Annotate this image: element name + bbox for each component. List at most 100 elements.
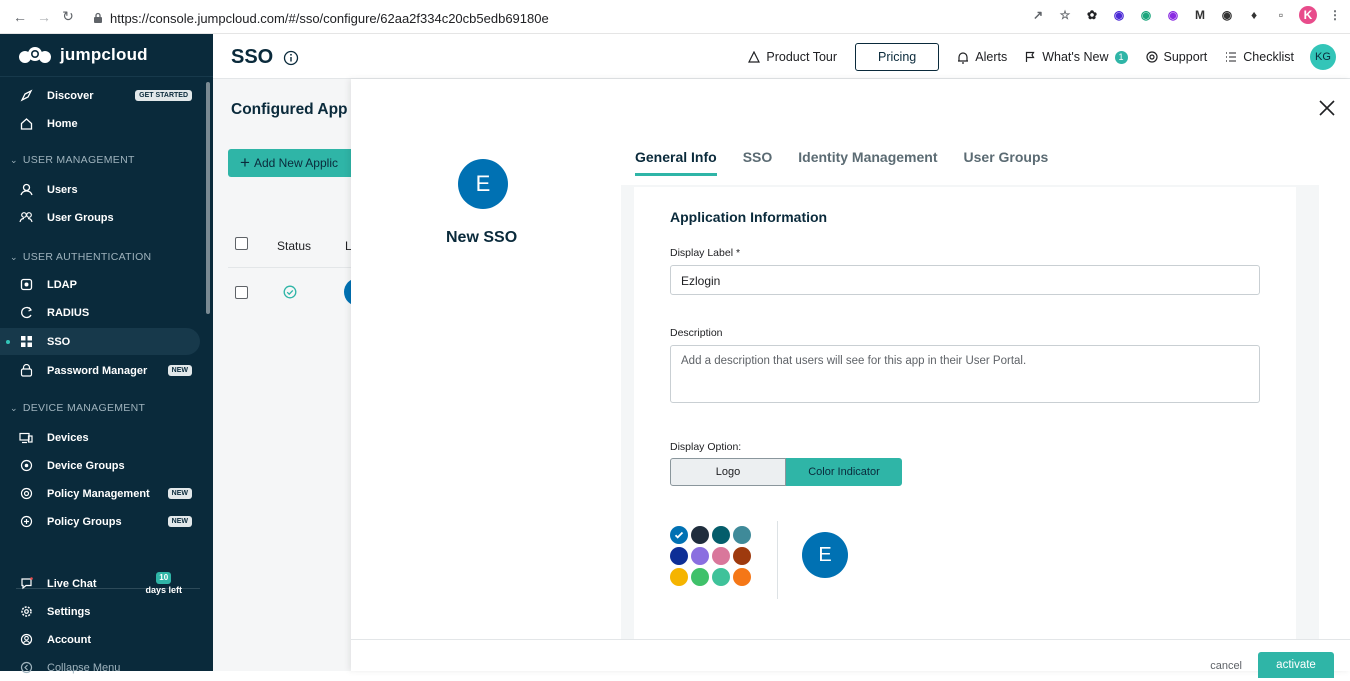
color-swatch[interactable] <box>712 526 730 544</box>
sidebar-item-user-groups[interactable]: User Groups <box>0 204 200 231</box>
brand-name: jumpcloud <box>60 45 148 64</box>
days-count: 10 <box>156 572 172 584</box>
sidebar-item-collapse-menu[interactable]: Collapse Menu <box>0 654 200 681</box>
product-tour-link[interactable]: Product Tour <box>748 50 837 64</box>
color-swatch[interactable] <box>670 568 688 586</box>
sidebar-item-users[interactable]: Users <box>0 176 200 203</box>
url-text: https://console.jumpcloud.com/#/sso/conf… <box>110 10 549 26</box>
checklist-link[interactable]: Checklist <box>1225 50 1294 64</box>
star-icon[interactable]: ☆ <box>1056 6 1074 24</box>
config-tabs: General Info SSO Identity Management Use… <box>635 149 1074 176</box>
activate-button[interactable]: activate <box>1258 652 1334 678</box>
table-divider <box>228 267 353 268</box>
sidebar-item-discover[interactable]: Discover GET STARTED <box>0 82 200 109</box>
display-label-input[interactable]: Ezlogin <box>670 265 1260 295</box>
sidebar-item-label: Users <box>47 183 78 196</box>
extensions-row: ↗ ☆ ✿ ◉ ◉ ◉ M ◉ ♦ ▫ K ⋮ <box>1029 6 1344 24</box>
section-user-management[interactable]: ⌄ USER MANAGEMENT <box>0 150 200 170</box>
address-bar[interactable]: https://console.jumpcloud.com/#/sso/conf… <box>92 8 992 28</box>
description-label: Description <box>670 327 723 339</box>
tab-sso[interactable]: SSO <box>743 149 773 176</box>
extension-icon[interactable]: ◉ <box>1110 6 1128 24</box>
mail-icon[interactable]: M <box>1191 6 1209 24</box>
application-information-card: Application Information Display Label * … <box>634 187 1296 671</box>
sidebar-item-radius[interactable]: RADIUS <box>0 299 200 326</box>
user-avatar[interactable]: KG <box>1310 44 1336 70</box>
color-swatch[interactable] <box>691 526 709 544</box>
status-column-header[interactable]: Status <box>277 239 311 253</box>
support-link[interactable]: Support <box>1145 50 1208 64</box>
extension-icon[interactable]: ◉ <box>1164 6 1182 24</box>
policy-icon <box>19 487 33 501</box>
section-device-management[interactable]: ⌄ DEVICE MANAGEMENT <box>0 398 200 418</box>
color-swatch[interactable] <box>712 568 730 586</box>
color-swatches <box>670 526 751 586</box>
sidebar-item-label: Device Groups <box>47 459 125 472</box>
sidebar-item-account[interactable]: Account <box>0 626 200 653</box>
sidebar-item-ldap[interactable]: LDAP <box>0 271 200 298</box>
display-option-label: Display Option: <box>670 441 742 453</box>
color-swatch[interactable] <box>670 547 688 565</box>
alerts-link[interactable]: Alerts <box>957 50 1007 64</box>
sidebar-item-policy-management[interactable]: Policy Management NEW <box>0 480 200 507</box>
jumpcloud-logo-icon <box>19 47 51 63</box>
sidebar-item-label: Password Manager <box>47 364 148 377</box>
menu-icon[interactable]: ⋮ <box>1326 6 1344 24</box>
reload-icon[interactable]: ↻ <box>56 5 80 29</box>
color-swatch[interactable] <box>733 547 751 565</box>
tab-user-groups[interactable]: User Groups <box>964 149 1049 176</box>
sidebar-item-settings[interactable]: Settings <box>0 598 200 625</box>
tab-identity-management[interactable]: Identity Management <box>798 149 937 176</box>
forward-icon[interactable]: → <box>32 5 56 29</box>
color-swatch[interactable] <box>691 568 709 586</box>
row-checkbox[interactable] <box>235 286 248 299</box>
cancel-button[interactable]: cancel <box>1210 660 1242 672</box>
color-swatch[interactable] <box>733 526 751 544</box>
color-swatch[interactable] <box>712 547 730 565</box>
apps-grid-icon <box>19 335 33 349</box>
home-icon <box>19 117 33 131</box>
color-swatch[interactable] <box>670 526 688 544</box>
select-all-checkbox[interactable] <box>235 237 248 250</box>
swatch-divider <box>777 521 778 599</box>
add-button-label: Add New Applic <box>253 156 338 170</box>
sidebar-item-home[interactable]: Home <box>0 110 200 137</box>
support-icon <box>1145 51 1158 63</box>
sidebar-item-live-chat[interactable]: Live Chat 10 days left <box>0 570 200 597</box>
sidebar: jumpcloud Discover GET STARTED Home ⌄ US… <box>0 34 213 674</box>
info-icon[interactable] <box>283 50 299 66</box>
extension-icon[interactable]: ◉ <box>1218 6 1236 24</box>
sidepanel-icon[interactable]: ▫ <box>1272 6 1290 24</box>
color-swatch[interactable] <box>691 547 709 565</box>
sidebar-item-sso[interactable]: SSO <box>0 328 200 355</box>
sidebar-item-devices[interactable]: Devices <box>0 424 200 451</box>
device-groups-icon <box>19 459 33 473</box>
puzzle-icon[interactable]: ♦ <box>1245 6 1263 24</box>
sidebar-item-device-groups[interactable]: Device Groups <box>0 452 200 479</box>
users-icon <box>19 211 33 225</box>
profile-icon[interactable]: K <box>1299 6 1317 24</box>
sidebar-scrollbar[interactable] <box>206 82 210 314</box>
color-swatch[interactable] <box>733 568 751 586</box>
description-textarea[interactable]: Add a description that users will see fo… <box>670 345 1260 403</box>
back-icon[interactable]: ← <box>8 5 32 29</box>
section-user-authentication[interactable]: ⌄ USER AUTHENTICATION <box>0 247 200 267</box>
share-icon[interactable]: ↗ <box>1029 6 1047 24</box>
brand[interactable]: jumpcloud <box>0 34 213 77</box>
whats-new-link[interactable]: What's New 1 <box>1025 50 1128 64</box>
chevron-down-icon: ⌄ <box>10 154 18 165</box>
sidebar-item-password-manager[interactable]: Password Manager NEW <box>0 357 200 384</box>
support-label: Support <box>1163 50 1208 64</box>
sidebar-item-policy-groups[interactable]: Policy Groups NEW <box>0 508 200 535</box>
sidebar-item-label: Policy Groups <box>47 515 122 528</box>
browser-toolbar: ← → ↻ https://console.jumpcloud.com/#/ss… <box>0 0 1350 34</box>
extension-icon[interactable]: ◉ <box>1137 6 1155 24</box>
color-indicator-option-button[interactable]: Color Indicator <box>786 458 902 486</box>
tab-general-info[interactable]: General Info <box>635 149 717 176</box>
logo-option-button[interactable]: Logo <box>670 458 786 486</box>
extension-icon[interactable]: ✿ <box>1083 6 1101 24</box>
top-nav: Product Tour Pricing Alerts What's New 1… <box>730 42 1336 72</box>
sidebar-item-label: LDAP <box>47 278 77 291</box>
pricing-button[interactable]: Pricing <box>855 43 940 71</box>
close-icon[interactable] <box>1318 99 1336 117</box>
